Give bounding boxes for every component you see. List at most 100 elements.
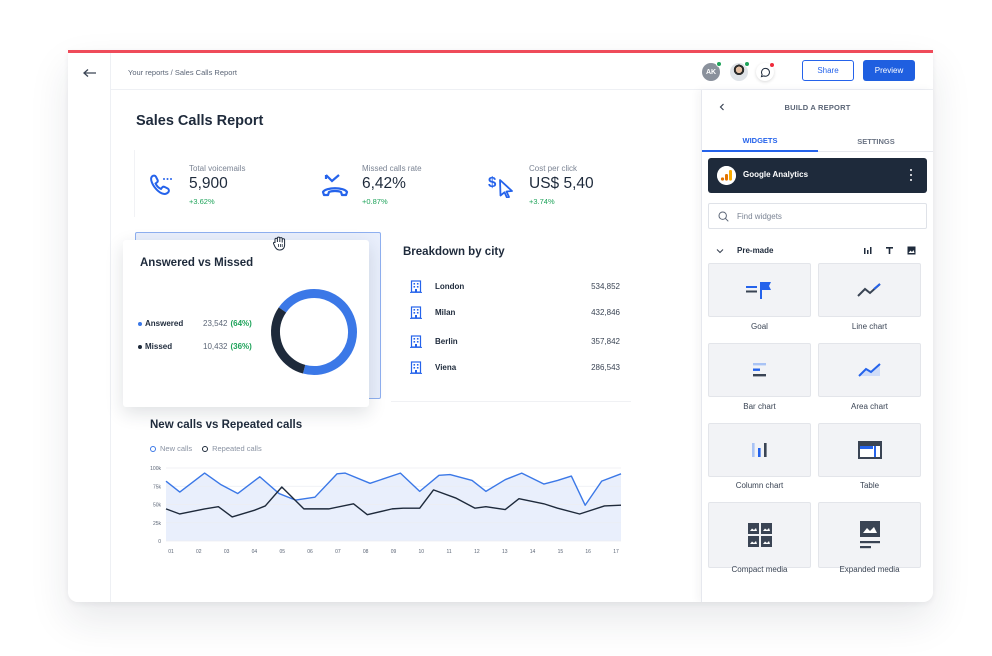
expanded-media-icon [859, 521, 880, 549]
x-tick-label: 04 [252, 549, 258, 555]
phone-icon [150, 174, 172, 195]
kpi-value: US$ 5,40 [529, 175, 594, 192]
city-value: 534,852 [591, 282, 620, 291]
grab-hand-cursor-icon [272, 236, 286, 251]
city-name: Berlin [435, 337, 458, 346]
city-name: Viena [435, 363, 457, 372]
x-tick-label: 02 [196, 549, 202, 555]
widget-tile-bar-chart[interactable] [708, 343, 811, 397]
legend-marker [202, 445, 209, 452]
city-row[interactable]: Viena 286,543 [410, 361, 620, 377]
y-tick-label: 100k [150, 466, 161, 472]
building-icon [410, 306, 422, 319]
more-vertical-icon[interactable] [909, 168, 913, 182]
x-tick-label: 08 [363, 549, 369, 555]
line-chart: 0 25k 50k 75k 100k 01 02 03 04 05 06 07 08 09 10 11 12 13… [150, 466, 622, 555]
building-icon [410, 361, 422, 374]
kpi-delta: +0.87% [362, 197, 388, 206]
city-row[interactable]: Milan 432,846 [410, 306, 620, 322]
image-filter-icon[interactable] [906, 245, 917, 256]
widget-tile-compact-media[interactable] [708, 502, 811, 568]
kpi-label: Cost per click [529, 164, 578, 173]
bar-chart-icon [752, 363, 766, 377]
widget-tile-expanded-media[interactable] [818, 502, 921, 568]
find-widgets-search[interactable] [708, 203, 927, 229]
x-tick-label: 07 [335, 549, 341, 555]
card-title: Answered vs Missed [140, 257, 254, 269]
back-arrow-icon[interactable] [82, 67, 98, 79]
missed-call-icon [321, 174, 349, 197]
donut-chart [269, 287, 359, 377]
city-row[interactable]: Berlin 357,842 [410, 335, 620, 351]
breakdown-by-city-card[interactable]: Breakdown by city London 534,852 Milan 432,… [391, 235, 631, 400]
widget-tile-label: Area chart [851, 402, 888, 411]
widget-tile-label: Line chart [851, 322, 888, 331]
y-tick-label: 0 [158, 539, 161, 545]
legend-label: Repeated calls [212, 444, 262, 453]
legend-percent: (36%) [230, 342, 252, 351]
comments-button[interactable] [756, 62, 775, 81]
preview-button[interactable]: Preview [863, 60, 915, 81]
city-value: 357,842 [591, 337, 620, 346]
new-vs-repeated-calls-card[interactable]: New calls vs Repeated calls New calls Re… [136, 408, 636, 598]
widget-tile-label: Table [859, 481, 880, 490]
text-filter-icon[interactable] [884, 245, 895, 256]
legend-bullet [138, 321, 142, 326]
data-source-card[interactable]: Google Analytics [708, 158, 927, 193]
widget-tile-area-chart[interactable] [818, 343, 921, 397]
tab-widgets[interactable]: WIDGETS [702, 130, 818, 152]
widget-tile-label: Expanded media [839, 565, 900, 574]
widget-tile-column-chart[interactable] [708, 423, 811, 477]
cost-per-click-icon: $ [488, 174, 513, 198]
top-bar: Your reports / Sales Calls Report AK Sha… [111, 53, 933, 90]
widget-tile-label: Compact media [731, 565, 788, 574]
donut-slice-missed[interactable] [269, 287, 359, 377]
kpi-delta: +3.74% [529, 197, 555, 206]
city-value: 286,543 [591, 363, 620, 372]
y-tick-label: 75k [153, 484, 162, 490]
share-button[interactable]: Share [802, 60, 854, 81]
kpi-value: 5,900 [189, 175, 228, 192]
legend-row-answered: Answered 23,542 (64%) [138, 319, 252, 328]
charts-filter-icon[interactable] [862, 245, 873, 256]
line-chart-icon [856, 283, 881, 297]
city-value: 432,846 [591, 308, 620, 317]
legend-item-new-calls[interactable]: New calls [150, 444, 192, 453]
legend-item-repeated-calls[interactable]: Repeated calls [202, 444, 262, 453]
avatar-user-photo[interactable] [730, 61, 750, 81]
legend-bullet [138, 344, 142, 349]
x-tick-label: 12 [474, 549, 480, 555]
kpi-value: 6,42% [362, 175, 406, 192]
online-status-dot [716, 61, 722, 67]
widget-tile-table[interactable] [818, 423, 921, 477]
notification-dot [769, 62, 775, 68]
legend-name: Missed [145, 342, 173, 351]
app-window: Your reports / Sales Calls Report AK Sha… [68, 50, 933, 602]
donut-slice-answered[interactable] [269, 287, 359, 377]
x-tick-label: 03 [224, 549, 230, 555]
avatar-ak[interactable]: AK [702, 61, 722, 81]
x-tick-label: 10 [419, 549, 425, 555]
answered-vs-missed-card[interactable]: Answered vs Missed Answered 23,542 (64%)… [123, 240, 369, 407]
breadcrumb[interactable]: Your reports / Sales Calls Report [128, 68, 237, 77]
widget-tile-line-chart[interactable] [818, 263, 921, 317]
x-tick-label: 13 [502, 549, 508, 555]
panel-tabs: WIDGETS SETTINGS [702, 130, 933, 152]
widget-tile-goal[interactable] [708, 263, 811, 317]
google-analytics-logo-icon [717, 166, 736, 185]
search-input[interactable] [737, 208, 917, 225]
legend-percent: (64%) [230, 319, 252, 328]
goal-flag-icon [745, 282, 771, 299]
card-title: Breakdown by city [403, 246, 505, 258]
city-row[interactable]: London 534,852 [410, 280, 620, 296]
tab-settings[interactable]: SETTINGS [818, 130, 933, 152]
x-tick-label: 17 [613, 549, 619, 555]
legend-value: 23,542 [203, 319, 228, 328]
chevron-down-icon[interactable] [716, 248, 724, 254]
section-label: Pre-made [737, 246, 774, 255]
panel-title: BUILD A REPORT [784, 102, 851, 112]
search-icon [718, 211, 729, 222]
x-tick-label: 16 [585, 549, 591, 555]
compact-media-icon [747, 523, 772, 547]
divider [391, 401, 631, 402]
